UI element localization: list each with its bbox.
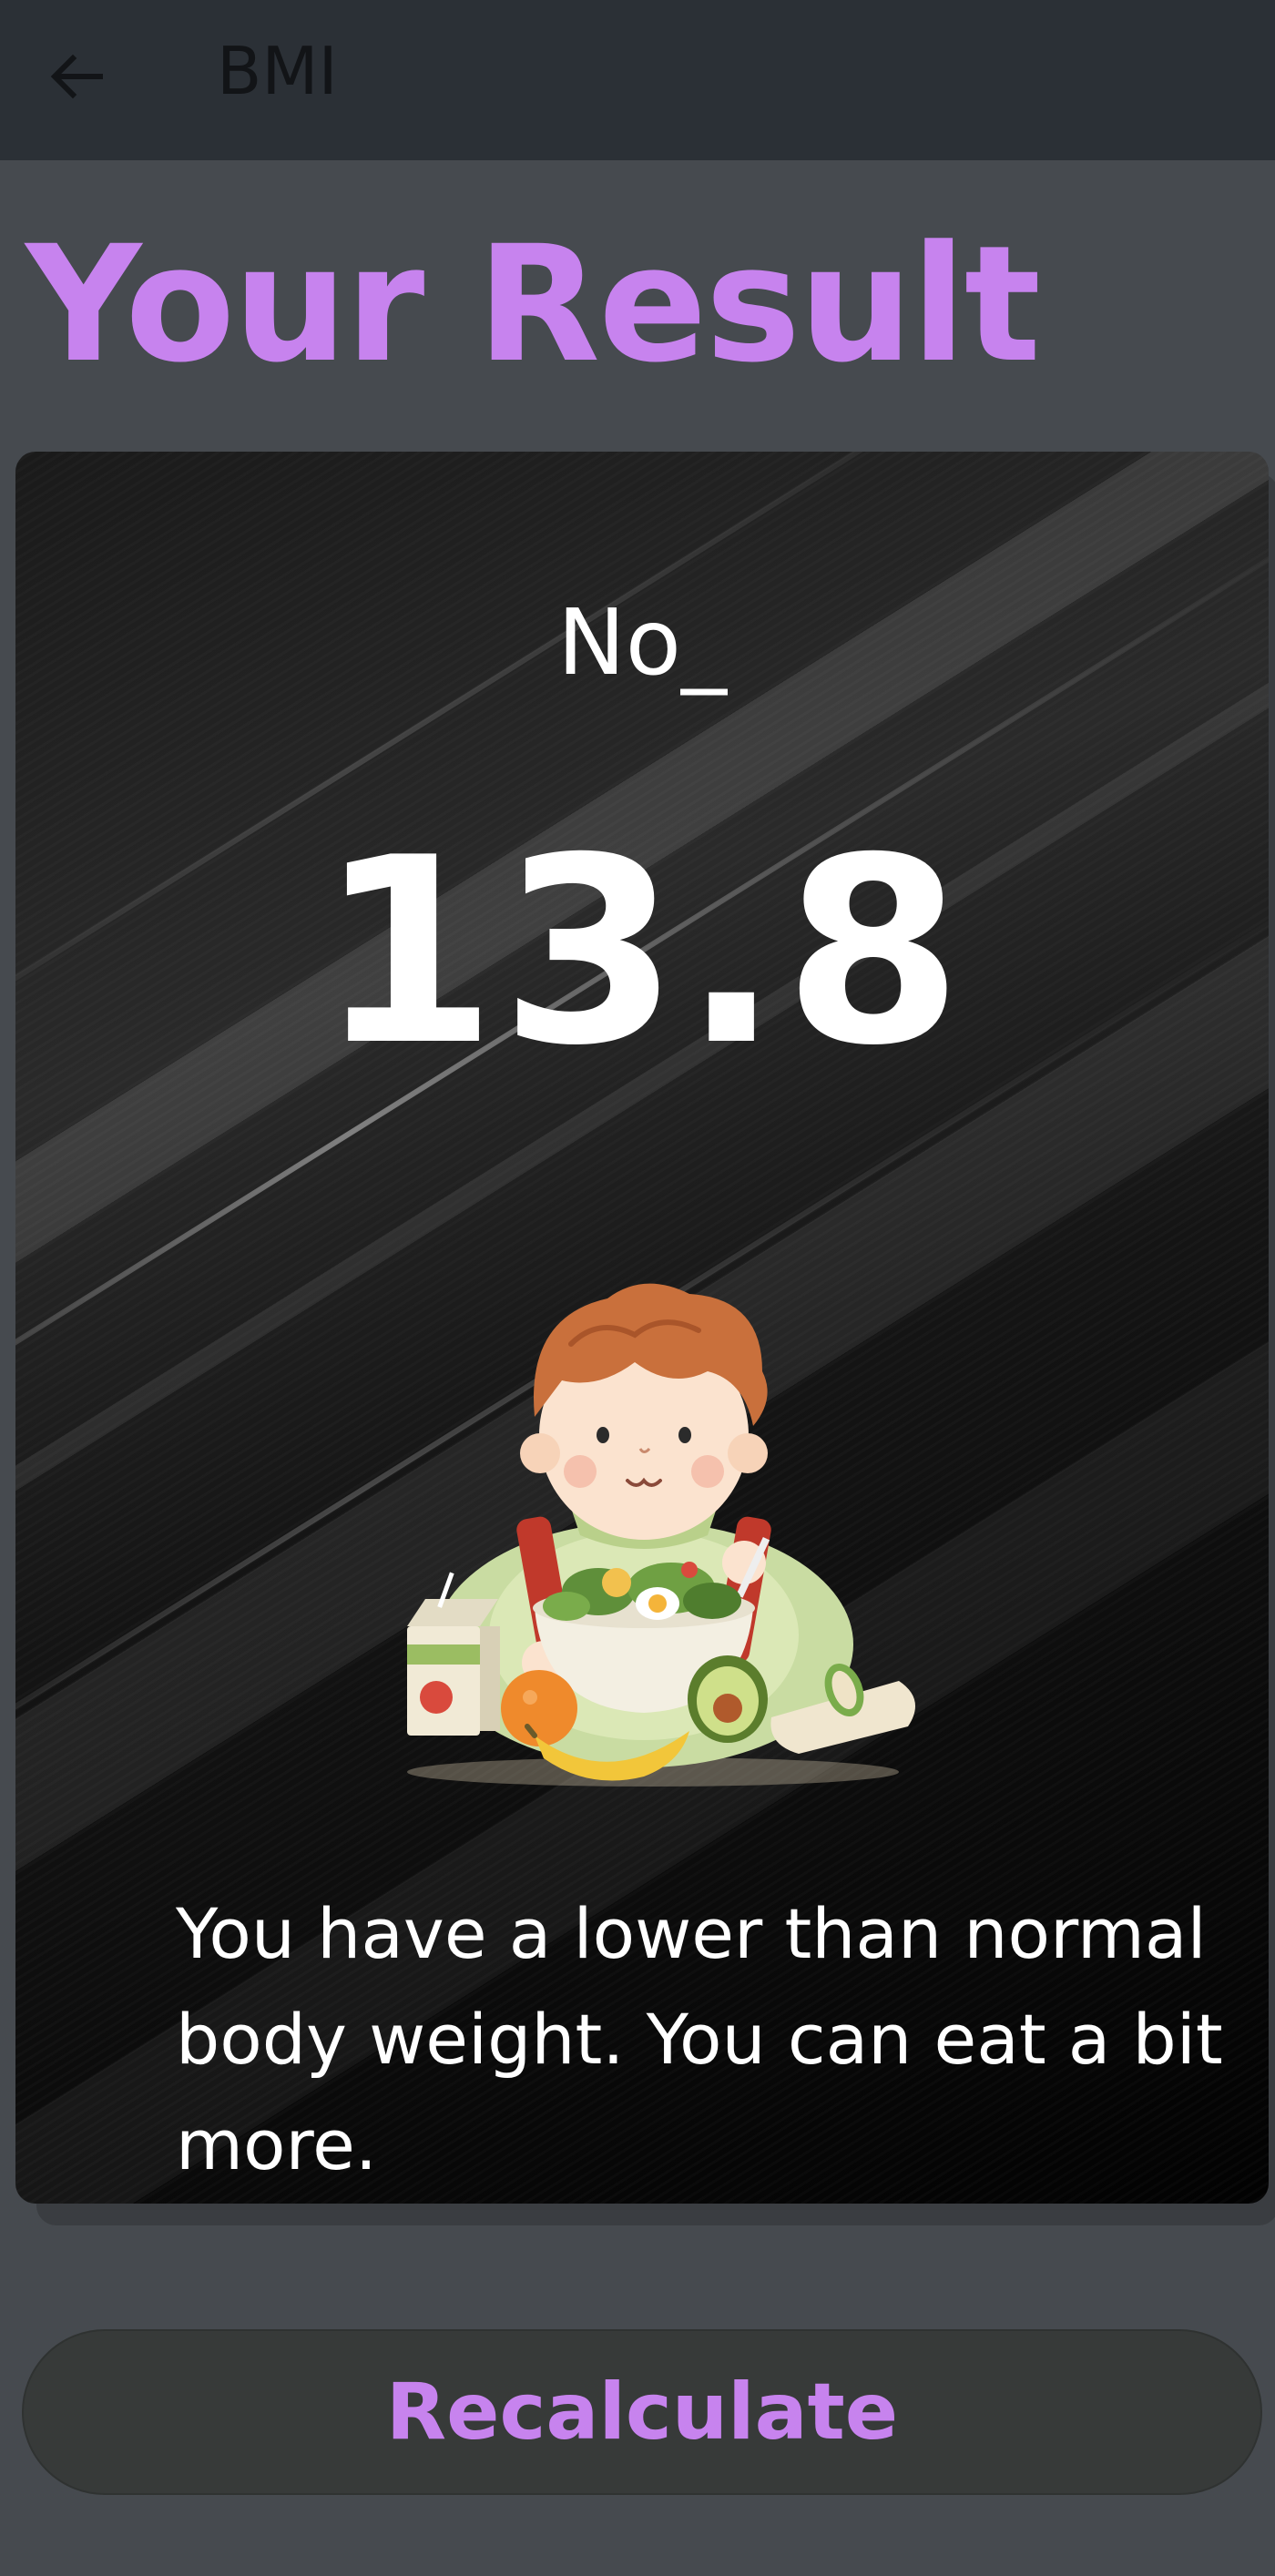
recalculate-button[interactable]: Recalculate <box>22 2329 1262 2495</box>
page-title: Your Result <box>26 211 1041 398</box>
child-eating-salad-illustration <box>407 1283 915 1787</box>
bmi-status-label: No_ <box>557 589 727 696</box>
back-button[interactable] <box>35 35 118 118</box>
app-bar: BMI <box>0 0 1275 160</box>
bmi-value: 13.8 <box>318 802 966 1102</box>
result-card: No_ 13.8 You have a lower than normal bo… <box>15 452 1269 2204</box>
result-message: You have a lower than normal body weight… <box>176 1893 1223 2185</box>
app-bar-title: BMI <box>217 33 338 109</box>
recalculate-label: Recalculate <box>385 2367 899 2458</box>
arrow-left-icon <box>50 54 103 99</box>
